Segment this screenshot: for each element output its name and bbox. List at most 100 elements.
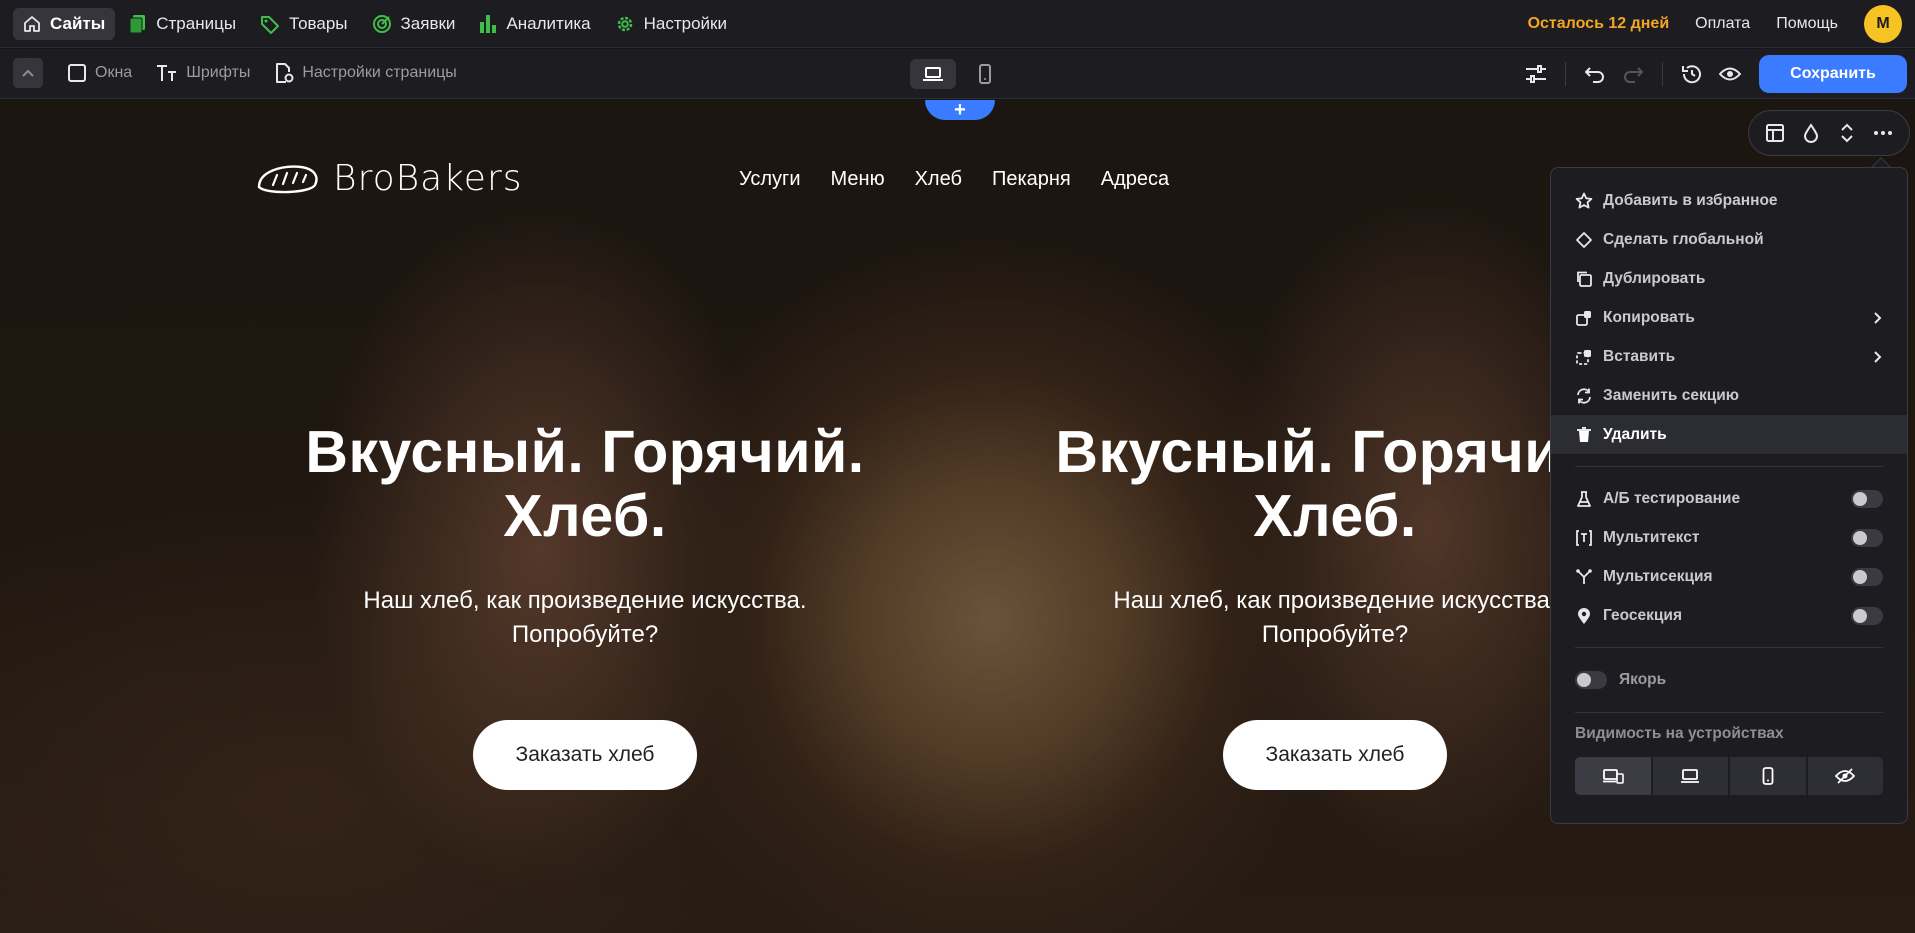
help-link[interactable]: Помощь: [1776, 15, 1838, 33]
chevron-up-icon: [21, 68, 35, 78]
sliders-icon: [1525, 64, 1547, 84]
site-menu-item[interactable]: Хлеб: [915, 168, 962, 191]
tag-icon: [260, 14, 280, 34]
order-bread-button[interactable]: Заказать хлеб: [1223, 720, 1447, 790]
preview-button[interactable]: [1711, 55, 1749, 93]
undo-button[interactable]: [1576, 55, 1614, 93]
toggle-multitext[interactable]: Мультитекст: [1551, 518, 1907, 557]
anchor-toggle-switch[interactable]: [1575, 671, 1607, 689]
section-resize-button[interactable]: [1832, 118, 1862, 148]
eye-icon: [1719, 66, 1741, 82]
mobile-mode-button[interactable]: [962, 59, 1008, 89]
menu-divider: [1575, 466, 1883, 467]
collapse-button[interactable]: [13, 58, 43, 88]
visibility-desktop-button[interactable]: [1652, 757, 1728, 795]
star-icon: [1575, 192, 1593, 210]
history-button[interactable]: [1673, 55, 1711, 93]
toggle-geosection[interactable]: Геосекция: [1551, 596, 1907, 635]
trial-days-remaining[interactable]: Осталось 12 дней: [1528, 15, 1670, 33]
adjustments-button[interactable]: [1517, 55, 1555, 93]
toggle-switch[interactable]: [1851, 567, 1883, 586]
toggle-label: Мультитекст: [1603, 528, 1700, 546]
nav-item-sites[interactable]: Сайты: [13, 7, 116, 40]
device-visibility-selector: [1575, 757, 1883, 795]
order-bread-button[interactable]: Заказать хлеб: [473, 720, 697, 790]
pages-icon: [129, 14, 147, 34]
window-icon: [67, 63, 87, 83]
site-menu: Услуги Меню Хлеб Пекарня Адреса: [739, 168, 1169, 191]
hero-subtitle[interactable]: Наш хлеб, как произведение искусства. Поп…: [255, 584, 915, 652]
menu-item-label: Удалить: [1603, 425, 1667, 443]
toggle-switch[interactable]: [1851, 489, 1883, 508]
toolbar-divider: [1662, 62, 1663, 86]
nav-item-analytics[interactable]: Аналитика: [469, 8, 600, 40]
menu-item-label: Вставить: [1603, 347, 1676, 365]
section-more-button[interactable]: [1868, 118, 1898, 148]
toggle-switch[interactable]: [1851, 606, 1883, 625]
location-pin-icon: [1575, 607, 1593, 625]
page-settings-label: Настройки страницы: [302, 64, 457, 81]
toggle-ab-testing[interactable]: А/Б тестирование: [1551, 479, 1907, 518]
device-visibility-title: Видимость на устройствах: [1575, 725, 1784, 742]
payment-link[interactable]: Оплата: [1695, 15, 1750, 33]
site-menu-item[interactable]: Услуги: [739, 168, 801, 191]
menu-item-delete[interactable]: Удалить: [1551, 415, 1907, 454]
nav-item-settings[interactable]: Настройки: [605, 8, 737, 40]
more-icon: [1873, 130, 1893, 136]
visibility-all-devices-button[interactable]: [1575, 757, 1651, 795]
menu-item-copy[interactable]: Копировать: [1551, 298, 1907, 337]
drop-icon: [1803, 123, 1819, 143]
hero-title[interactable]: Вкусный. Горячий. Хлеб.: [255, 420, 915, 548]
save-button[interactable]: Сохранить: [1759, 55, 1907, 93]
menu-item-label: Копировать: [1603, 308, 1695, 326]
mobile-icon: [1762, 767, 1774, 785]
redo-button[interactable]: [1614, 55, 1652, 93]
windows-button[interactable]: Окна: [67, 63, 132, 83]
section-layout-button[interactable]: [1760, 118, 1790, 148]
editor-toolbar: Окна Шрифты Настройки страницы Сохранить: [0, 49, 1915, 99]
section-toolbar: [1748, 110, 1910, 156]
menu-item-paste[interactable]: Вставить: [1551, 337, 1907, 376]
top-navigation-bar: Сайты Страницы Товары Заявки Аналитика Н…: [0, 0, 1915, 48]
site-menu-item[interactable]: Пекарня: [992, 168, 1071, 191]
chevron-right-icon: [1873, 311, 1883, 325]
add-section-button[interactable]: +: [925, 100, 995, 120]
menu-item-label: Добавить в избранное: [1603, 191, 1778, 209]
section-color-button[interactable]: [1796, 118, 1826, 148]
diamond-icon: [1575, 231, 1593, 249]
home-icon: [23, 15, 41, 33]
page-settings-icon: [274, 62, 294, 84]
fonts-button[interactable]: Шрифты: [156, 63, 250, 83]
menu-item-duplicate[interactable]: Дублировать: [1551, 259, 1907, 298]
site-logo[interactable]: BroBakers: [255, 158, 523, 199]
page-settings-button[interactable]: Настройки страницы: [274, 62, 457, 84]
gear-icon: [615, 14, 635, 34]
nav-item-label: Страницы: [156, 13, 237, 33]
menu-item-add-favorite[interactable]: Добавить в избранное: [1551, 181, 1907, 220]
nav-item-products[interactable]: Товары: [250, 8, 357, 40]
visibility-mobile-button[interactable]: [1730, 757, 1806, 795]
menu-item-replace-section[interactable]: Заменить секцию: [1551, 376, 1907, 415]
trash-icon: [1575, 426, 1593, 444]
menu-item-make-global[interactable]: Сделать глобальной: [1551, 220, 1907, 259]
toggle-switch[interactable]: [1851, 528, 1883, 547]
desktop-mode-button[interactable]: [910, 59, 956, 89]
visibility-hidden-button[interactable]: [1807, 757, 1883, 795]
toggle-multisection[interactable]: Мультисекция: [1551, 557, 1907, 596]
chevron-right-icon: [1873, 350, 1883, 364]
toggle-label: Мультисекция: [1603, 567, 1713, 585]
desktop-icon: [922, 66, 944, 82]
nav-item-label: Сайты: [50, 13, 106, 33]
history-icon: [1681, 63, 1703, 85]
site-menu-item[interactable]: Адреса: [1101, 168, 1169, 191]
site-menu-item[interactable]: Меню: [831, 168, 885, 191]
nav-item-label: Товары: [289, 13, 348, 33]
hero-text-block: Вкусный. Горячий. Хлеб. Наш хлеб, как про…: [255, 420, 915, 652]
section-context-menu: Добавить в избранное Сделать глобальной …: [1550, 167, 1908, 824]
menu-item-label: Сделать глобальной: [1603, 230, 1764, 248]
fonts-label: Шрифты: [186, 64, 251, 81]
toggle-anchor[interactable]: Якорь: [1551, 660, 1907, 700]
nav-item-requests[interactable]: Заявки: [362, 8, 466, 40]
avatar[interactable]: M: [1864, 4, 1902, 43]
nav-item-pages[interactable]: Страницы: [119, 8, 246, 40]
